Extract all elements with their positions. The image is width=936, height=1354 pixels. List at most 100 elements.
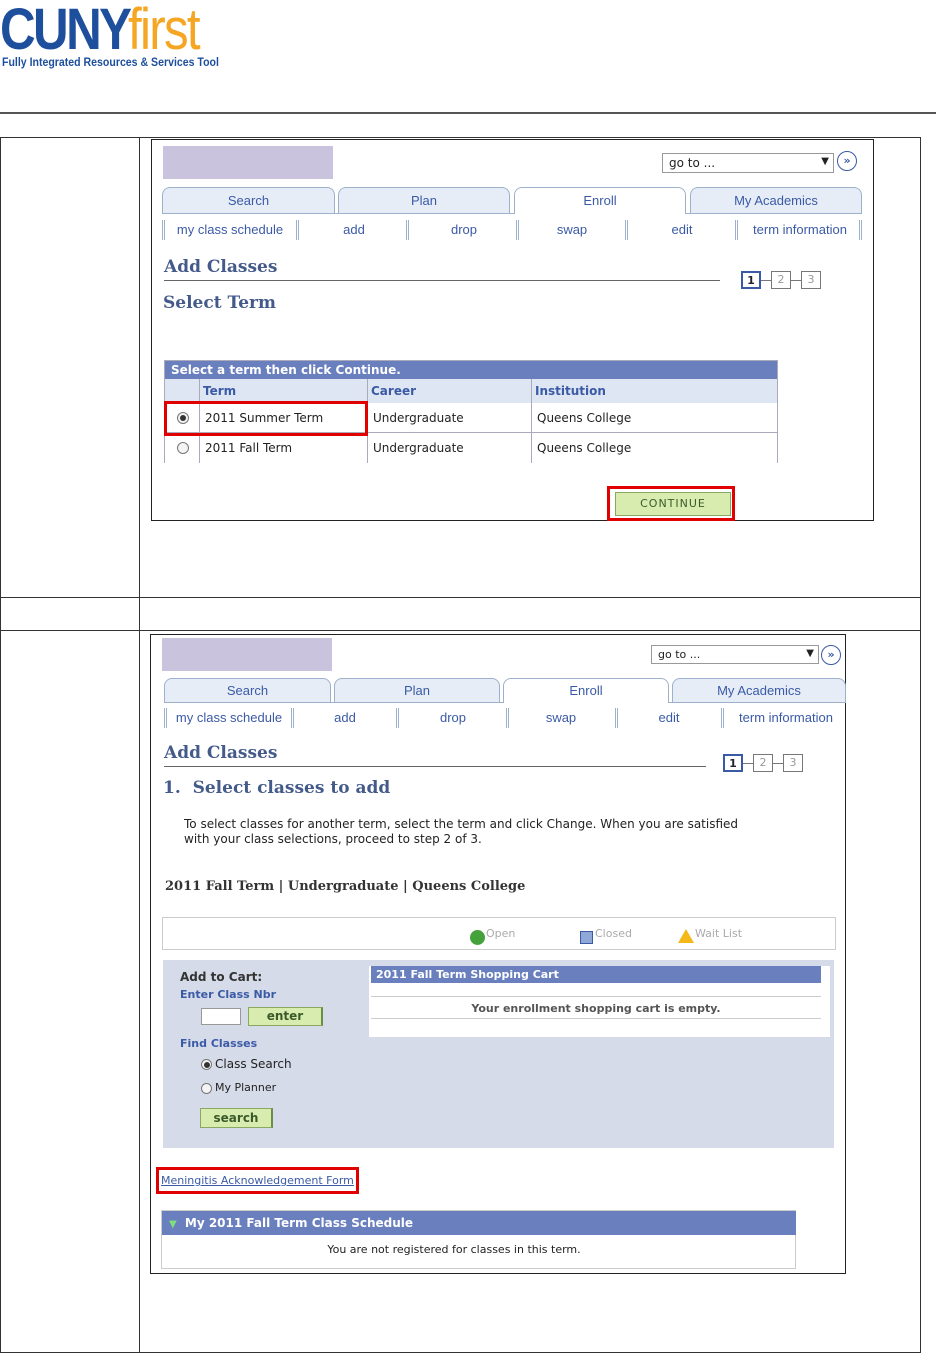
class-nbr-input[interactable]	[201, 1008, 241, 1025]
subtab-separator	[615, 708, 618, 728]
table-border-mid	[139, 137, 140, 1353]
subtab-my-class-schedule[interactable]: my class schedule	[169, 710, 289, 725]
tab-plan[interactable]: Plan	[338, 187, 510, 213]
tab-baseline	[162, 213, 514, 214]
legend-wait-list: Wait List	[695, 927, 743, 940]
table-row-divider-1	[0, 597, 921, 598]
subtab-drop[interactable]: drop	[403, 710, 503, 725]
tab-baseline-right	[669, 702, 846, 703]
subtab-add[interactable]: add	[295, 710, 395, 725]
subtab-separator	[291, 708, 294, 728]
subtab-separator	[164, 708, 167, 728]
goto-dropdown[interactable]: go to ... ▼	[651, 645, 819, 664]
class-search-radio[interactable]	[201, 1059, 212, 1070]
screenshot-select-term: go to ... ▼ » Search Plan Enroll My Acad…	[151, 139, 874, 521]
tab-plan[interactable]: Plan	[334, 678, 500, 702]
term-radio-fall[interactable]	[177, 442, 189, 454]
status-legend: Open Closed Wait List	[162, 917, 836, 950]
subtab-swap[interactable]: swap	[511, 710, 611, 725]
instructions-text: To select classes for another term, sele…	[184, 817, 739, 846]
legend-closed: Closed	[595, 927, 632, 940]
page-title: Add Classes	[164, 257, 278, 277]
tab-my-academics[interactable]: My Academics	[672, 678, 846, 702]
find-classes-label: Find Classes	[180, 1037, 258, 1050]
my-planner-radio[interactable]	[201, 1083, 212, 1094]
step-connector	[761, 279, 771, 281]
goto-forward-icon[interactable]: »	[837, 151, 857, 171]
logo-cuny: CUNY	[0, 0, 132, 62]
add-to-cart-panel: Add to Cart: Enter Class Nbr enter Find …	[163, 960, 834, 1148]
table-cell-term: 2011 Fall Term	[200, 433, 368, 463]
term-line: 2011 Fall Term | Undergraduate | Queens …	[165, 879, 526, 894]
tab-search[interactable]: Search	[164, 678, 331, 702]
class-schedule-section: ▼ My 2011 Fall Term Class Schedule You a…	[161, 1210, 796, 1269]
subtab-edit[interactable]: edit	[619, 710, 719, 725]
subtab-separator	[625, 220, 628, 240]
enter-class-nbr-label: Enter Class Nbr	[180, 988, 277, 1001]
subtab-add[interactable]: add	[304, 222, 404, 237]
add-to-cart-label: Add to Cart:	[180, 970, 263, 984]
tab-enroll[interactable]: Enroll	[514, 187, 686, 214]
goto-dropdown[interactable]: go to ... ▼	[662, 153, 834, 173]
page-title: Add Classes	[164, 743, 278, 763]
cart-divider	[371, 1018, 821, 1019]
subtab-separator	[859, 220, 862, 240]
highlight-summer-term	[164, 401, 368, 436]
subtab-separator	[721, 708, 724, 728]
collapse-arrow-icon[interactable]: ▼	[169, 1219, 177, 1230]
grid-header-radio	[165, 379, 200, 403]
subtab-separator	[162, 220, 165, 240]
subtab-my-class-schedule[interactable]: my class schedule	[168, 222, 292, 237]
goto-label: go to ...	[669, 156, 716, 170]
schedule-empty-message: You are not registered for classes in th…	[327, 1243, 581, 1256]
step-2: 2	[771, 271, 791, 289]
cart-empty-message: Your enrollment shopping cart is empty.	[471, 1002, 721, 1015]
cart-divider	[371, 996, 821, 997]
chevron-down-icon: ▼	[821, 156, 829, 167]
tab-baseline-right	[686, 213, 862, 214]
page-subtitle: Select Term	[163, 293, 276, 313]
subtab-drop[interactable]: drop	[414, 222, 514, 237]
table-cell-institution: Queens College	[532, 403, 777, 433]
cart-title: 2011 Fall Term Shopping Cart	[371, 966, 821, 983]
tab-my-academics[interactable]: My Academics	[690, 187, 862, 213]
subtab-edit[interactable]: edit	[632, 222, 732, 237]
subtab-term-information[interactable]: term information	[742, 222, 858, 237]
subtab-separator	[296, 220, 299, 240]
subtab-separator	[506, 708, 509, 728]
step-3: 3	[801, 271, 821, 289]
title-underline	[164, 280, 720, 281]
table-border-right	[920, 137, 921, 1353]
step-1: 1	[723, 754, 743, 772]
screenshot-select-classes: go to ... ▼ » Search Plan Enroll My Acad…	[150, 634, 846, 1274]
table-border-left	[0, 137, 1, 1353]
subtab-swap[interactable]: swap	[522, 222, 622, 237]
enter-button[interactable]: enter	[248, 1007, 323, 1026]
grid-header-institution: Institution	[532, 379, 777, 403]
step-connector	[773, 762, 783, 764]
chevron-down-icon: ▼	[806, 648, 814, 659]
step-indicator: 1 2 3	[723, 754, 803, 772]
open-icon	[470, 930, 485, 945]
header-divider	[0, 112, 936, 114]
tab-search[interactable]: Search	[162, 187, 335, 213]
tab-enroll[interactable]: Enroll	[503, 678, 669, 703]
schedule-title: My 2011 Fall Term Class Schedule	[184, 1216, 414, 1230]
search-button[interactable]: search	[200, 1108, 273, 1128]
grid-header-term: Term	[200, 379, 368, 403]
step-1: 1	[741, 271, 761, 289]
subtab-separator	[735, 220, 738, 240]
subtab-separator	[406, 220, 409, 240]
table-cell-career: Undergraduate	[368, 433, 532, 463]
highlight-meningitis-link	[156, 1167, 359, 1194]
highlight-continue	[607, 486, 735, 521]
goto-forward-icon[interactable]: »	[821, 645, 841, 665]
class-search-label: Class Search	[215, 1057, 292, 1071]
subtab-term-information[interactable]: term information	[729, 710, 843, 725]
legend-open: Open	[486, 927, 516, 940]
table-row-divider-2	[0, 630, 921, 631]
table-cell-career: Undergraduate	[368, 403, 532, 433]
grid-header-career: Career	[368, 379, 532, 403]
step-connector	[791, 279, 801, 281]
step-2: 2	[753, 754, 773, 772]
